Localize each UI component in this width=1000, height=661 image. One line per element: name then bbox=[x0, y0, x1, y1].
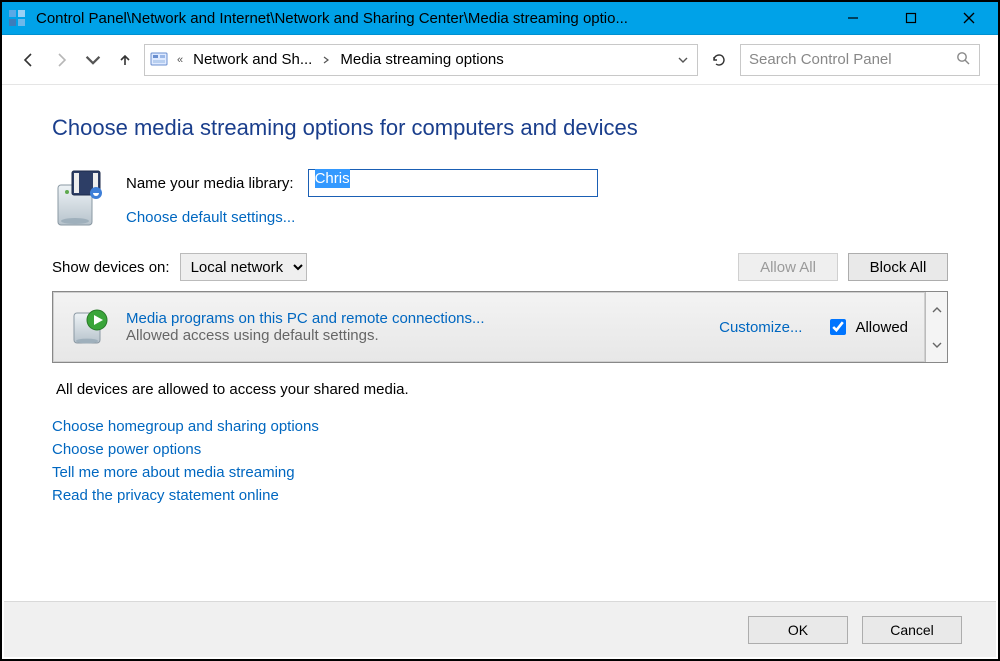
content-area: Choose media streaming options for compu… bbox=[2, 85, 998, 595]
device-list-scrollbar[interactable] bbox=[925, 292, 947, 362]
search-box[interactable]: Search Control Panel bbox=[740, 44, 980, 76]
library-name-label: Name your media library: bbox=[126, 175, 294, 192]
allow-all-button[interactable]: Allow All bbox=[738, 253, 838, 281]
app-icon bbox=[8, 9, 26, 27]
allowed-label: Allowed bbox=[855, 319, 908, 336]
breadcrumb-current[interactable]: Media streaming options bbox=[340, 51, 503, 68]
device-title[interactable]: Media programs on this PC and remote con… bbox=[126, 310, 703, 327]
link-stack: Choose homegroup and sharing options Cho… bbox=[52, 418, 948, 504]
library-row: Name your media library: Chris Choose de… bbox=[52, 169, 948, 229]
control-panel-icon bbox=[149, 50, 169, 70]
forward-button[interactable] bbox=[52, 51, 70, 69]
recent-locations-dropdown[interactable] bbox=[84, 51, 102, 69]
scroll-down-icon[interactable] bbox=[926, 327, 947, 362]
ok-button[interactable]: OK bbox=[748, 616, 848, 644]
library-name-input[interactable]: Chris bbox=[308, 169, 598, 197]
show-devices-label: Show devices on: bbox=[52, 259, 170, 276]
nav-arrows bbox=[20, 51, 134, 69]
device-subtitle: Allowed access using default settings. bbox=[126, 327, 703, 344]
device-row[interactable]: Media programs on this PC and remote con… bbox=[53, 292, 925, 362]
page-title: Choose media streaming options for compu… bbox=[52, 115, 948, 141]
media-library-icon bbox=[52, 169, 106, 229]
window-title: Control Panel\Network and Internet\Netwo… bbox=[36, 10, 628, 27]
maximize-button[interactable] bbox=[882, 2, 940, 34]
footer: OK Cancel bbox=[4, 601, 996, 657]
search-icon bbox=[955, 50, 971, 70]
breadcrumb-parent[interactable]: Network and Sh... bbox=[193, 51, 312, 68]
close-button[interactable] bbox=[940, 2, 998, 34]
show-devices-row: Show devices on: Local network Allow All… bbox=[52, 253, 948, 281]
scroll-up-icon[interactable] bbox=[926, 292, 947, 327]
allowed-checkbox-input[interactable] bbox=[830, 319, 846, 335]
customize-link[interactable]: Customize... bbox=[719, 319, 802, 336]
window-buttons bbox=[824, 2, 998, 34]
block-all-button[interactable]: Block All bbox=[848, 253, 948, 281]
power-options-link[interactable]: Choose power options bbox=[52, 441, 948, 458]
chevron-right-icon bbox=[322, 56, 330, 64]
allowed-checkbox[interactable]: Allowed bbox=[826, 316, 908, 338]
homegroup-link[interactable]: Choose homegroup and sharing options bbox=[52, 418, 948, 435]
nav-row: « Network and Sh... Media streaming opti… bbox=[2, 35, 998, 85]
more-info-link[interactable]: Tell me more about media streaming bbox=[52, 464, 948, 481]
up-button[interactable] bbox=[116, 51, 134, 69]
minimize-button[interactable] bbox=[824, 2, 882, 34]
status-line: All devices are allowed to access your s… bbox=[56, 381, 948, 398]
cancel-button[interactable]: Cancel bbox=[862, 616, 962, 644]
titlebar: Control Panel\Network and Internet\Netwo… bbox=[2, 2, 998, 35]
privacy-link[interactable]: Read the privacy statement online bbox=[52, 487, 948, 504]
address-bar[interactable]: « Network and Sh... Media streaming opti… bbox=[144, 44, 698, 76]
device-list: Media programs on this PC and remote con… bbox=[52, 291, 948, 363]
breadcrumb: « Network and Sh... Media streaming opti… bbox=[177, 51, 504, 68]
search-placeholder: Search Control Panel bbox=[749, 51, 955, 68]
refresh-button[interactable] bbox=[708, 49, 730, 71]
device-text: Media programs on this PC and remote con… bbox=[126, 310, 703, 344]
chevron-left-icon: « bbox=[177, 54, 183, 66]
show-devices-select[interactable]: Local network bbox=[180, 253, 307, 281]
back-button[interactable] bbox=[20, 51, 38, 69]
default-settings-link[interactable]: Choose default settings... bbox=[126, 209, 598, 226]
library-name-value: Chris bbox=[315, 169, 350, 188]
device-icon bbox=[70, 307, 110, 347]
addressbar-dropdown[interactable] bbox=[673, 55, 693, 65]
